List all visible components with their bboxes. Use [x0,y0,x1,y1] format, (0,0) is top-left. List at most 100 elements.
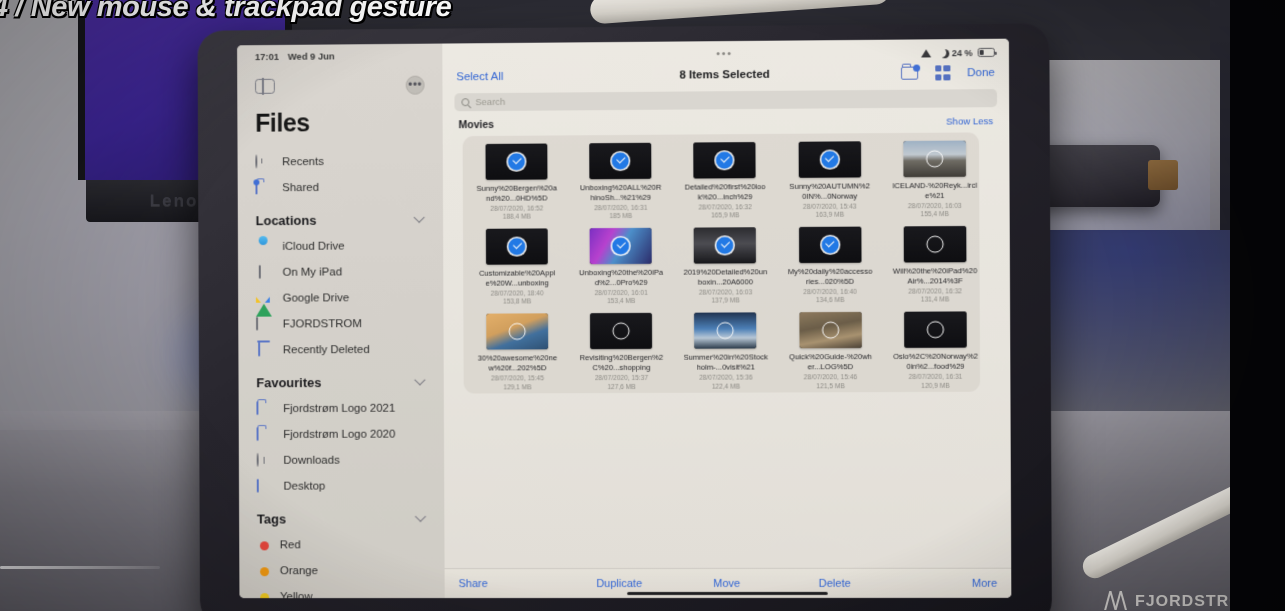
file-thumbnail[interactable] [486,313,549,350]
file-date: 28/07/2020, 16:31 [594,204,648,212]
file-size: 134,6 MB [815,297,845,305]
file-thumbnail[interactable] [798,141,861,178]
file-size: 153,4 MB [607,298,636,306]
sidebar-item-shared[interactable]: Shared [251,175,429,200]
sidebar-item-downloads[interactable]: Downloads [253,448,431,472]
files-main-panel: ••• 24 % Select All 8 Items Selected Don… [442,38,1012,599]
sidebar-group-locations-header[interactable]: Locations [256,211,430,228]
selection-checkbox-checked[interactable] [820,150,839,169]
sidebar-group-label: Favourites [256,375,322,391]
show-less-button[interactable]: Show Less [946,116,993,127]
select-all-button[interactable]: Select All [456,70,503,82]
more-button[interactable]: More [889,577,997,589]
file-tile[interactable]: Customizable%20Apple%20W...unboxing 28/07… [465,228,569,306]
file-tile[interactable]: Unboxing%20ALL%20RhinoSh...%21%29 28/07/2… [568,142,673,221]
selection-checkbox-unchecked[interactable] [926,235,944,254]
share-button[interactable]: Share [459,578,566,590]
sidebar-tag-yellow[interactable]: Yellow [253,585,431,599]
selection-checkbox-unchecked[interactable] [612,322,630,340]
sidebar-group-tags-header[interactable]: Tags [257,510,431,527]
ipad-device: 17:01 Wed 9 Jun ••• Files Recents Shared [197,23,1052,611]
selection-checkbox-checked[interactable] [508,153,526,171]
chevron-down-icon[interactable] [413,211,425,223]
file-tile[interactable]: Oslo%2C%20Norway%20in%2...food%29 28/07/2… [883,311,988,390]
file-thumbnail[interactable] [903,311,967,349]
selection-checkbox-unchecked[interactable] [821,321,839,340]
selection-checkbox-unchecked[interactable] [508,323,526,341]
chevron-down-icon[interactable] [414,510,427,522]
sidebar-item-fjordstrom[interactable]: FJORDSTROM [252,312,430,337]
file-thumbnail[interactable] [485,228,548,265]
move-button[interactable]: Move [673,577,781,589]
file-tile[interactable]: Sunny%20AUTUMN%20IN%...0Norway 28/07/2020… [777,141,882,219]
file-tile[interactable]: 2019%20Detailed%20unboxin...20A6000 28/07… [673,227,778,305]
sidebar-item-desktop[interactable]: Desktop [253,474,431,498]
file-thumbnail[interactable] [694,227,757,264]
file-thumbnail[interactable] [798,226,862,264]
file-thumbnail[interactable] [903,140,966,178]
selection-checkbox-unchecked[interactable] [925,150,944,168]
file-thumbnail[interactable] [589,228,653,265]
file-date: 28/07/2020, 16:52 [490,205,544,213]
file-size: 163,9 MB [815,211,845,220]
selection-checkbox-checked[interactable] [508,238,526,256]
new-folder-icon[interactable] [900,66,918,80]
sidebar-group-favourites-header[interactable]: Favourites [256,373,430,391]
sidebar-toggle-icon[interactable] [255,78,275,94]
sidebar-item-label: Google Drive [282,292,350,305]
file-tile[interactable]: My%20daily%20accessories...020%5D 28/07/2… [777,226,882,305]
more-ellipsis-icon[interactable]: ••• [405,75,425,95]
sidebar-tag-orange[interactable]: Orange [253,559,431,583]
tag-color-dot [260,592,270,599]
sidebar-item-logo-2021[interactable]: Fjordstrøm Logo 2021 [252,397,430,421]
chevron-down-icon[interactable] [414,373,426,386]
file-thumbnail[interactable] [590,313,653,350]
sidebar-item-recently-deleted[interactable]: Recently Deleted [252,338,430,363]
duplicate-button[interactable]: Duplicate [566,577,673,589]
file-name: Will%20the%20iPad%20Air%...2014%3F [892,266,978,286]
file-date: 28/07/2020, 15:36 [699,374,753,382]
selection-checkbox-checked[interactable] [612,152,630,170]
sidebar-item-recents[interactable]: Recents [251,149,429,174]
selection-checkbox-checked[interactable] [612,237,630,255]
file-thumbnail[interactable] [485,143,548,180]
sidebar-tag-red[interactable]: Red [253,533,431,557]
file-thumbnail[interactable] [799,312,862,349]
file-tile[interactable]: Revisiting%20Bergen%2C%20...shopping 28/0… [569,313,674,391]
home-indicator[interactable] [626,591,828,596]
file-date: 28/07/2020, 16:03 [698,289,753,297]
file-thumbnail[interactable] [589,142,652,180]
file-date: 28/07/2020, 18:40 [490,290,544,298]
file-thumbnail[interactable] [693,142,757,179]
file-tile[interactable]: Summer%20in%20Stockholm-...0visit%21 28/0… [673,312,778,391]
selection-checkbox-checked[interactable] [821,236,839,254]
selection-checkbox-checked[interactable] [716,151,734,169]
selection-checkbox-checked[interactable] [716,237,734,255]
file-date: 28/07/2020, 16:32 [698,203,752,212]
file-name: Unboxing%20ALL%20RhinoSh...%21%29 [579,182,662,202]
delete-button[interactable]: Delete [781,577,889,589]
keyboard-edge [0,566,160,569]
file-size: 185 MB [609,213,633,221]
selection-checkbox-unchecked[interactable] [926,321,944,339]
sidebar-item-google-drive[interactable]: Google Drive [252,286,430,317]
file-thumbnail[interactable] [694,312,757,350]
file-tile[interactable]: ICELAND-%20Reyk...ircle%21 28/07/2020, 16… [882,140,987,218]
sidebar-item-on-my-ipad[interactable]: On My iPad [252,260,430,285]
file-size: 120,9 MB [921,382,950,390]
grid-view-icon[interactable] [934,65,950,81]
selection-checkbox-unchecked[interactable] [717,322,735,340]
done-button[interactable]: Done [967,66,995,78]
file-tile[interactable]: Quick%20Guide-%20wher...LOG%5D 28/07/2020… [778,312,883,390]
multitask-grab-handle[interactable]: ••• [716,48,732,60]
file-thumbnail[interactable] [903,226,967,263]
file-tile[interactable]: Sunny%20Bergen%20and%20...0HD%5D 28/07/20… [465,143,569,221]
file-tile[interactable]: Unboxing%20the%20iPad%2...0Pro%29 28/07/2… [569,228,674,306]
file-tile[interactable]: Will%20the%20iPad%20Air%...2014%3F 28/07/… [882,226,987,304]
file-tile[interactable]: Detailed%20first%20look%20...inch%29 28/0… [673,142,778,220]
file-size: 131,4 MB [920,296,950,304]
file-tile[interactable]: 30%20awesome%20new%20f...202%5D 28/07/202… [465,313,569,391]
sidebar-item-icloud-drive[interactable]: iCloud Drive [252,234,430,259]
sidebar-item-logo-2020[interactable]: Fjordstrøm Logo 2020 [253,423,431,447]
frame-right-bar [1230,0,1285,611]
